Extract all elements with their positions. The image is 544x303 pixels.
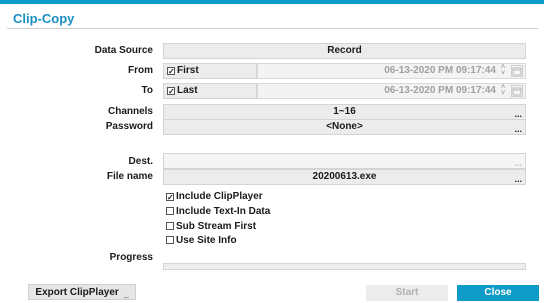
channels-field[interactable]: 1~16 ... <box>163 104 526 120</box>
from-datetime-field[interactable]: 06-13-2020 PM 09:17:44 ˄ ˅ <box>257 63 526 79</box>
from-first-label: First <box>177 65 199 76</box>
include-text-in-data-option[interactable]: Include Text-In Data <box>166 206 270 218</box>
data-source-value: Record <box>327 45 362 56</box>
to-datetime-field[interactable]: 06-13-2020 PM 09:17:44 ˄ ˅ <box>257 83 526 99</box>
checkbox-empty-icon <box>166 207 174 215</box>
dialog-title: Clip-Copy <box>13 11 75 26</box>
from-datetime-value: 06-13-2020 PM 09:17:44 <box>384 65 496 76</box>
progress-bar <box>163 263 526 270</box>
checkbox-empty-icon <box>166 236 174 244</box>
browse-icon: ... <box>514 124 522 134</box>
option-label: Include Text-In Data <box>176 206 271 217</box>
from-label: From <box>128 65 153 76</box>
include-clipplayer-option[interactable]: ✓ Include ClipPlayer <box>166 191 263 203</box>
sub-stream-first-option[interactable]: Sub Stream First <box>166 221 256 233</box>
use-site-info-option[interactable]: Use Site Info <box>166 235 237 247</box>
dest-field[interactable]: ... <box>163 153 526 169</box>
checkmark-icon: ✓ <box>167 67 175 76</box>
calendar-icon[interactable] <box>511 65 523 77</box>
close-button[interactable]: Close <box>457 285 539 301</box>
to-label: To <box>141 85 153 96</box>
checkbox-empty-icon <box>166 222 174 230</box>
channels-value: 1~16 <box>333 106 356 117</box>
browse-icon: _ <box>123 289 129 299</box>
option-label: Sub Stream First <box>176 221 257 232</box>
dest-label: Dest. <box>128 156 153 167</box>
option-label: Use Site Info <box>176 235 237 246</box>
top-accent-bar <box>0 0 544 4</box>
spinner-arrows-icon[interactable]: ˄ ˅ <box>498 84 508 97</box>
from-first-checkbox[interactable]: ✓ First <box>163 63 257 79</box>
file-name-value: 20200613.exe <box>312 171 377 182</box>
progress-label: Progress <box>109 252 153 263</box>
checkmark-icon: ✓ <box>167 87 175 96</box>
password-label: Password <box>105 121 153 132</box>
password-field[interactable]: <None> ... <box>163 119 526 135</box>
data-source-field[interactable]: Record <box>163 43 526 59</box>
browse-icon: ... <box>514 174 522 184</box>
password-value: <None> <box>326 121 363 132</box>
export-clipplayer-button[interactable]: Export ClipPlayer _ <box>28 284 136 300</box>
to-last-label: Last <box>177 85 198 96</box>
option-label: Include ClipPlayer <box>176 191 263 202</box>
browse-icon: ... <box>514 158 522 168</box>
checkmark-icon: ✓ <box>166 193 174 202</box>
browse-icon: ... <box>514 109 522 119</box>
channels-label: Channels <box>107 106 153 117</box>
file-name-field[interactable]: 20200613.exe ... <box>163 169 526 185</box>
data-source-label: Data Source <box>94 45 153 56</box>
export-clipplayer-label: Export ClipPlayer <box>35 287 119 298</box>
start-button[interactable]: Start <box>366 285 448 301</box>
to-datetime-value: 06-13-2020 PM 09:17:44 <box>384 85 496 96</box>
file-name-label: File name <box>106 171 153 182</box>
spinner-arrows-icon[interactable]: ˄ ˅ <box>498 64 508 77</box>
to-last-checkbox[interactable]: ✓ Last <box>163 83 257 99</box>
header-divider <box>7 28 538 29</box>
calendar-icon[interactable] <box>511 85 523 97</box>
